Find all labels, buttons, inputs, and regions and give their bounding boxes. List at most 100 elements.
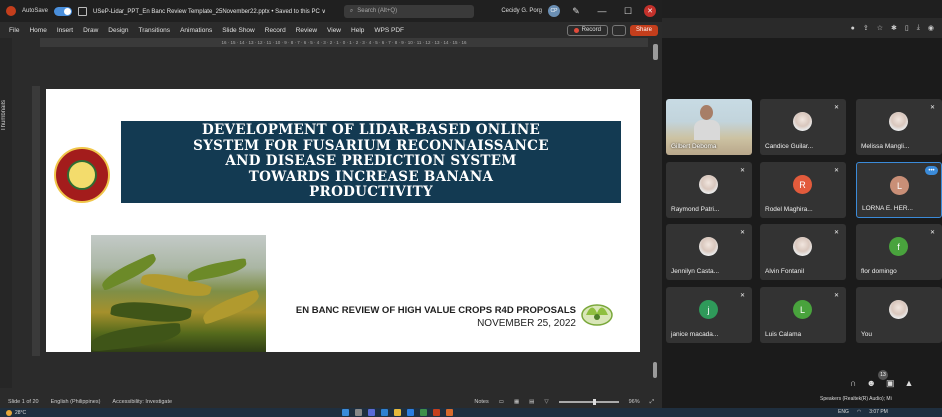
slideshow-icon[interactable]: ▽ — [544, 399, 548, 405]
record-dot-icon — [573, 27, 579, 33]
zoom-slider[interactable] — [558, 399, 619, 405]
tab-help[interactable]: Help — [346, 27, 369, 34]
user-avatar[interactable]: CP — [548, 5, 560, 17]
review-title: EN BANC REVIEW OF HIGH VALUE CROPS R4D P… — [295, 305, 576, 316]
tab-transitions[interactable]: Transitions — [134, 27, 176, 34]
document-title[interactable]: USeP-Lidar_PPT_En Banc Review Template_2… — [93, 8, 326, 15]
tab-record[interactable]: Record — [260, 27, 291, 34]
leaf-shape — [186, 257, 248, 283]
participant-name: Melissa Mangli... — [861, 143, 910, 150]
seal-emblem — [67, 160, 97, 190]
zoom-app-icon[interactable] — [381, 409, 388, 416]
search-input[interactable]: ⌕ Search (Alt+Q) — [343, 4, 474, 18]
start-icon[interactable] — [342, 409, 349, 416]
comments-button[interactable] — [611, 24, 626, 36]
edge-icon[interactable] — [407, 409, 414, 416]
star-icon[interactable]: ☆ — [877, 24, 883, 32]
clock[interactable]: 3:07 PM — [869, 409, 888, 415]
save-icon[interactable] — [78, 6, 88, 16]
participant-name: Alvin Fontanil — [765, 268, 805, 275]
tab-draw[interactable]: Draw — [78, 27, 103, 34]
participant-name: LORNA E. HER... — [862, 205, 913, 212]
participant-name: Gilbert Deboma — [671, 143, 717, 150]
tab-animations[interactable]: Animations — [175, 27, 217, 34]
participant-tile[interactable]: ✕ f flor domingo — [856, 224, 942, 280]
sidebar-icon[interactable]: ▯ — [905, 24, 909, 32]
participant-tile[interactable]: ✕ R Rodel Maghira... — [760, 162, 846, 218]
participant-tile[interactable]: ✕ Candice Guilar... — [760, 99, 846, 155]
close-button[interactable]: ✕ — [644, 5, 656, 17]
autosave-toggle[interactable] — [54, 6, 73, 16]
participant-tile[interactable]: ✕ Jennilyn Casta... — [666, 224, 752, 280]
language-tray[interactable]: ENG — [838, 409, 849, 415]
tab-home[interactable]: Home — [24, 27, 51, 34]
minimize-button[interactable]: — — [592, 6, 612, 16]
tab-design[interactable]: Design — [103, 27, 133, 34]
download-icon[interactable]: ⤓ — [917, 24, 920, 32]
participant-tile[interactable]: Gilbert Deboma — [666, 99, 752, 155]
pen-icon[interactable]: ✎ — [566, 6, 586, 17]
file-explorer-icon[interactable] — [394, 409, 401, 416]
review-date: NOVEMBER 25, 2022 — [477, 318, 576, 329]
powerpoint-taskbar-icon[interactable] — [433, 409, 440, 416]
share-page-icon[interactable]: ⇪ — [863, 24, 869, 32]
wifi-icon[interactable]: ◠ — [857, 409, 861, 415]
tab-insert[interactable]: Insert — [52, 27, 78, 34]
tab-wps-pdf[interactable]: WPS PDF — [369, 27, 409, 34]
participants-icon[interactable]: ☻ — [866, 378, 875, 389]
tab-review[interactable]: Review — [291, 27, 322, 34]
profile-icon[interactable]: ◉ — [928, 24, 934, 32]
slide-title-box[interactable]: DEVELOPMENT OF LIDAR-BASED ONLINE SYSTEM… — [121, 121, 621, 203]
participant-tile[interactable]: ✕ Raymond Patri... — [666, 162, 752, 218]
more-options-icon[interactable]: ••• — [925, 166, 938, 175]
extensions-icon[interactable]: ✱ — [891, 24, 897, 32]
raise-hand-icon[interactable]: ▲ — [904, 378, 913, 389]
scrollbar-thumb[interactable] — [653, 44, 658, 60]
vertical-scrollbar[interactable] — [651, 38, 660, 396]
maximize-button[interactable]: ☐ — [618, 6, 638, 17]
accessibility-indicator[interactable]: Accessibility: Investigate — [112, 399, 172, 405]
reading-view-icon[interactable]: ▤ — [529, 399, 534, 405]
chrome-icon[interactable] — [420, 409, 427, 416]
normal-view-icon[interactable]: ▭ — [499, 399, 504, 405]
slide-canvas[interactable]: DEVELOPMENT OF LIDAR-BASED ONLINE SYSTEM… — [46, 89, 640, 352]
mic-muted-icon: ✕ — [930, 230, 936, 236]
thumbnails-pane[interactable]: Thumbnails — [0, 38, 12, 388]
weather-temp[interactable]: 28°C — [15, 410, 26, 416]
weather-icon[interactable] — [6, 409, 12, 416]
participant-initial-avatar: L — [890, 176, 909, 195]
zoom-level[interactable]: 96% — [629, 399, 640, 405]
slide-sorter-icon[interactable]: ▦ — [514, 399, 519, 405]
r4d-program-logo — [581, 304, 613, 326]
share-button[interactable]: Share — [629, 24, 658, 36]
tab-file[interactable]: File — [4, 27, 24, 34]
record-button[interactable]: Record — [566, 24, 608, 36]
task-view-icon[interactable] — [368, 409, 375, 416]
participant-tile-active[interactable]: ••• L LORNA E. HER... — [856, 162, 942, 218]
participant-tile-self[interactable]: You — [856, 287, 942, 343]
chat-icon[interactable]: ▣ — [886, 378, 895, 389]
notes-button[interactable]: Notes — [474, 399, 488, 405]
participant-tile[interactable]: ✕ j janice macada... — [666, 287, 752, 343]
leaf-shape — [200, 289, 262, 325]
fit-to-window-icon[interactable]: ⤢ — [650, 399, 654, 406]
tab-view[interactable]: View — [322, 27, 346, 34]
language-indicator[interactable]: English (Philippines) — [51, 399, 101, 405]
participant-avatar — [793, 237, 812, 256]
title-line-3: AND DISEASE PREDICTION SYSTEM — [225, 153, 517, 170]
participant-tile[interactable]: ✕ L Luis Calama — [760, 287, 846, 343]
scrollbar-thumb-bottom[interactable] — [653, 362, 657, 378]
mic-muted-icon: ✕ — [930, 105, 936, 111]
headphones-icon[interactable]: ∩ — [850, 378, 856, 389]
search-taskbar-icon[interactable] — [355, 409, 362, 416]
tab-slide-show[interactable]: Slide Show — [217, 27, 260, 34]
title-line-2: SYSTEM FOR FUSARIUM RECONNAISSANCE — [193, 137, 549, 154]
participant-tile[interactable]: ✕ Alvin Fontanil — [760, 224, 846, 280]
user-name[interactable]: Cecidy G. Porg — [501, 8, 542, 14]
desktop: AutoSave USeP-Lidar_PPT_En Banc Review T… — [0, 0, 942, 417]
thumbnails-label: Thumbnails — [1, 100, 7, 132]
participant-tile[interactable]: ✕ Melissa Mangli... — [856, 99, 942, 155]
participant-avatar — [889, 300, 908, 319]
pin-icon[interactable]: ● — [851, 25, 855, 32]
app-icon[interactable] — [446, 409, 453, 416]
